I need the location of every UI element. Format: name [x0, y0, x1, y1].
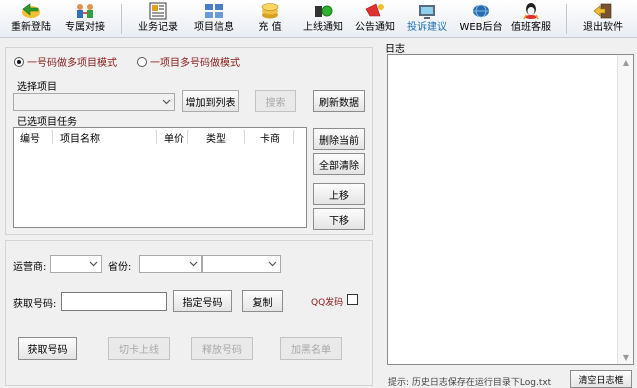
get-number-label: 获取号码:	[13, 299, 57, 310]
get-number-button[interactable]: 获取号码	[18, 337, 77, 360]
project-info-button[interactable]: 项目信息	[191, 2, 237, 36]
city-select[interactable]	[202, 255, 281, 273]
web-backend-button[interactable]: WEB后台	[458, 2, 504, 36]
chevron-down-icon	[186, 257, 200, 271]
radio-dot	[14, 56, 24, 67]
re-login-icon	[20, 2, 42, 20]
toolbar-label: WEB后台	[459, 22, 503, 33]
exit-button[interactable]: 退出软件	[580, 2, 626, 36]
refresh-data-button[interactable]: 刷新数据	[313, 90, 365, 112]
specify-number-button[interactable]: 指定号码	[173, 290, 232, 312]
select-project-label: 选择项目	[17, 82, 57, 93]
move-down-button[interactable]: 下移	[313, 208, 365, 230]
column-header-card-merchant[interactable]: 卡商	[260, 130, 280, 145]
carrier-label: 运营商:	[13, 262, 47, 273]
announcement-icon	[364, 2, 386, 20]
task-list[interactable]: 编号 项目名称 单价 类型 卡商	[13, 127, 307, 228]
online-notice-icon	[312, 2, 334, 20]
mode-radio-multi-project[interactable]: 一号码做多项目模式	[14, 54, 117, 69]
chevron-down-icon	[265, 257, 279, 271]
customer-service-icon	[520, 2, 542, 20]
announcement-button[interactable]: 公告通知	[352, 2, 398, 36]
exit-icon	[592, 2, 614, 20]
toolbar-label: 值班客服	[511, 22, 551, 33]
column-header-price[interactable]: 单价	[164, 130, 184, 145]
complaint-button[interactable]: 投诉建议	[404, 2, 450, 36]
recharge-button[interactable]: 充 值	[247, 2, 293, 36]
business-record-button[interactable]: 业务记录	[135, 2, 181, 36]
toolbar-label: 业务记录	[138, 22, 178, 33]
online-notice-button[interactable]: 上线通知	[300, 2, 346, 36]
toolbar-label: 退出软件	[583, 22, 623, 33]
project-select[interactable]	[13, 93, 175, 111]
column-divider	[52, 130, 53, 144]
mode-radio-multi-number[interactable]: 一项目多号码做模式	[137, 54, 240, 69]
scroll-down-icon[interactable]: ▼	[618, 350, 634, 364]
move-up-button[interactable]: 上移	[313, 183, 365, 205]
recharge-icon	[259, 2, 281, 20]
dedicated-link-icon	[74, 2, 96, 20]
log-hint: 提示: 历史日志保存在运行目录下Log.txt	[388, 378, 552, 388]
log-scrollbar[interactable]: ▲ ▼	[617, 55, 633, 364]
toolbar-label: 充 值	[258, 22, 282, 33]
clear-all-button[interactable]: 全部清除	[313, 153, 365, 175]
delete-current-button[interactable]: 删除当前	[313, 128, 365, 150]
web-backend-icon	[470, 2, 492, 20]
province-select[interactable]	[139, 255, 202, 273]
chevron-down-icon	[159, 95, 173, 109]
add-to-list-button[interactable]: 增加到列表	[182, 90, 239, 112]
province-label: 省份:	[108, 262, 132, 273]
toolbar-separator	[121, 4, 122, 34]
column-header-name[interactable]: 项目名称	[60, 130, 100, 145]
column-header-id[interactable]: 编号	[20, 130, 40, 145]
scroll-up-icon[interactable]: ▲	[618, 55, 634, 69]
carrier-select[interactable]	[50, 255, 102, 273]
phone-number-input[interactable]	[61, 292, 167, 311]
selected-tasks-label: 已选项目任务	[17, 117, 77, 128]
radio-dot	[137, 56, 147, 67]
toolbar-label: 项目信息	[194, 22, 234, 33]
complaint-icon	[416, 2, 438, 20]
qq-code-checkbox[interactable]	[347, 294, 358, 305]
project-info-icon	[203, 2, 225, 20]
mode-option-1-label: 一号码做多项目模式	[27, 58, 117, 69]
qq-code-label: QQ发码	[311, 298, 344, 308]
column-header-type[interactable]: 类型	[206, 130, 226, 145]
mode-option-2-label: 一项目多号码做模式	[150, 58, 240, 69]
toolbar-label: 重新登陆	[11, 22, 51, 33]
column-divider	[293, 130, 294, 144]
column-divider	[156, 130, 157, 144]
toolbar-label: 专属对接	[65, 22, 105, 33]
column-divider	[187, 130, 188, 144]
clear-log-button[interactable]: 清空日志框	[570, 370, 632, 388]
toolbar-label: 上线通知	[303, 22, 343, 33]
chevron-down-icon	[86, 257, 100, 271]
business-record-icon	[147, 2, 169, 20]
customer-service-button[interactable]: 值班客服	[508, 2, 554, 36]
switch-card-online-button[interactable]: 切卡上线	[108, 337, 170, 360]
column-divider	[244, 130, 245, 144]
toolbar-separator	[566, 4, 567, 34]
log-title: 日志	[385, 44, 405, 55]
log-textarea[interactable]: ▲ ▼	[387, 54, 634, 365]
copy-button[interactable]: 复制	[242, 290, 283, 312]
toolbar-label: 公告通知	[355, 22, 395, 33]
search-button[interactable]: 搜索	[255, 90, 296, 112]
blacklist-button[interactable]: 加黑名单	[280, 337, 342, 360]
toolbar: 重新登陆 专属对接 业务记录 项目信息 充 值 上线通知 公告通知 投诉建议 W…	[0, 0, 637, 38]
toolbar-label: 投诉建议	[407, 22, 447, 33]
re-login-button[interactable]: 重新登陆	[8, 2, 54, 36]
dedicated-link-button[interactable]: 专属对接	[62, 2, 108, 36]
release-number-button[interactable]: 释放号码	[191, 337, 253, 360]
